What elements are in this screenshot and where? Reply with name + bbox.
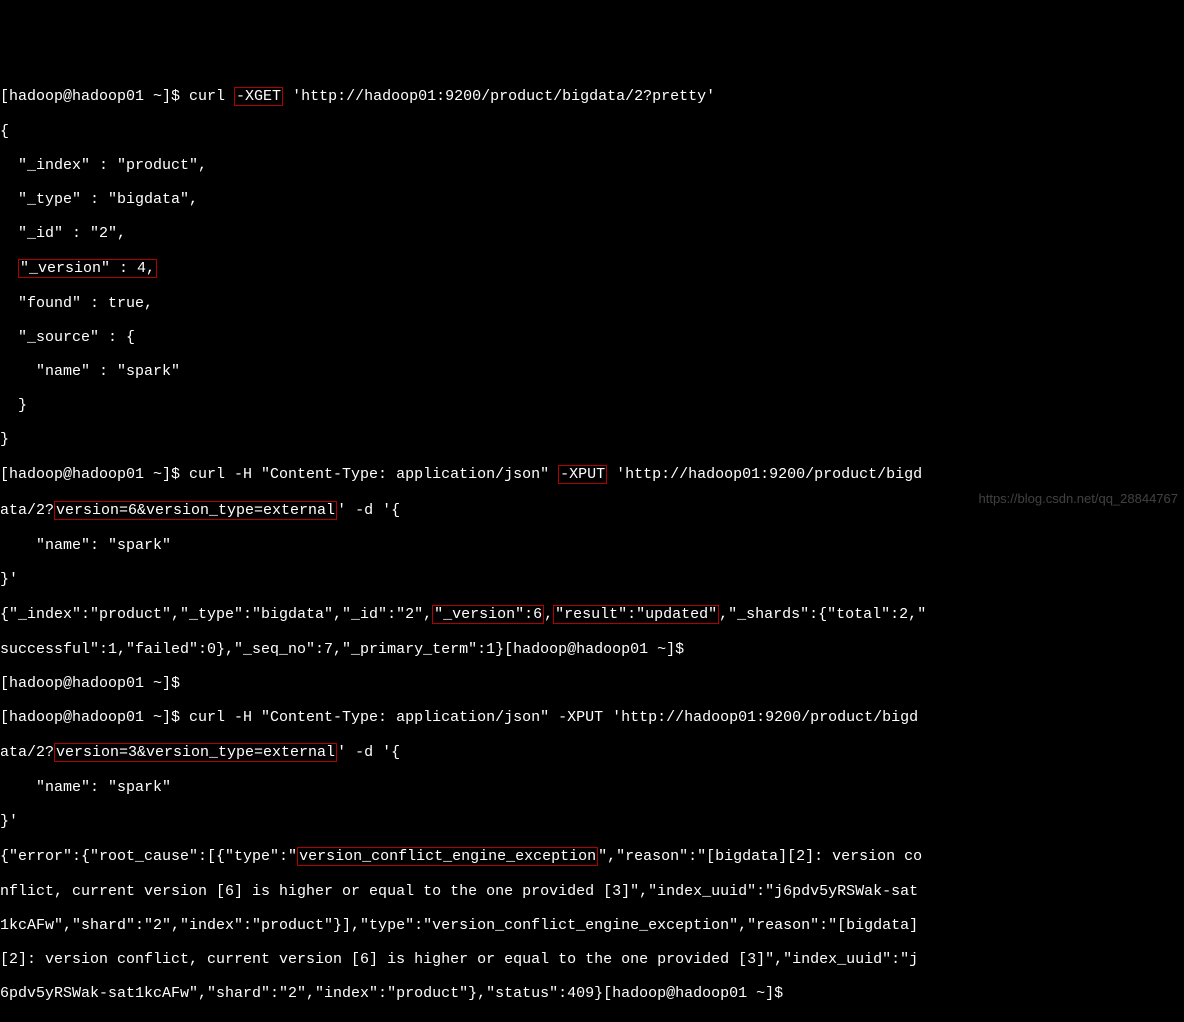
resp-line: {"_index":"product","_type":"bigdata","_…	[0, 605, 1184, 624]
comma: ,	[544, 606, 553, 623]
cmd-line-3: [hadoop@hadoop01 ~]$ curl -H "Content-Ty…	[0, 709, 1184, 726]
prompt-line: [hadoop@hadoop01 ~]$	[0, 675, 1184, 692]
body-line: "name": "spark"	[0, 779, 1184, 796]
json-line: "_source" : {	[0, 329, 1184, 346]
version-3-param-box: version=3&version_type=external	[54, 743, 337, 762]
json-frag: ,"_shards":{"total":2,"	[719, 606, 926, 623]
json-line: "_index" : "product",	[0, 157, 1184, 174]
error-line: 6pdv5yRSWak-sat1kcAFw","shard":"2","inde…	[0, 985, 1184, 1002]
url-text: 'http://hadoop01:9200/product/bigd	[607, 466, 922, 483]
cmd-wrap-3: ata/2?version=3&version_type=external' -…	[0, 743, 1184, 762]
indent	[0, 260, 18, 277]
json-line: "_id" : "2",	[0, 225, 1184, 242]
error-line: nflict, current version [6] is higher or…	[0, 883, 1184, 900]
terminal[interactable]: [hadoop@hadoop01 ~]$ curl -XGET 'http://…	[0, 68, 1184, 1019]
url-text: 'http://hadoop01:9200/product/bigdata/2?…	[283, 88, 715, 105]
version-conflict-box: version_conflict_engine_exception	[297, 847, 598, 866]
prompt-text: [hadoop@hadoop01 ~]$ curl	[0, 88, 234, 105]
result-updated-box: "result":"updated"	[553, 605, 719, 624]
json-line: "found" : true,	[0, 295, 1184, 312]
json-line: "_version" : 4,	[0, 259, 1184, 278]
body-open: ' -d '{	[337, 744, 400, 761]
version-4-box: "_version" : 4,	[18, 259, 157, 278]
err-frag: {"error":{"root_cause":[{"type":"	[0, 848, 297, 865]
body-line: }'	[0, 571, 1184, 588]
json-line: }	[0, 431, 1184, 448]
cmd-line-1: [hadoop@hadoop01 ~]$ curl -XGET 'http://…	[0, 87, 1184, 106]
prompt-text: [hadoop@hadoop01 ~]$ curl -H "Content-Ty…	[0, 466, 558, 483]
resp-line: successful":1,"failed":0},"_seq_no":7,"_…	[0, 641, 1184, 658]
json-line: "name" : "spark"	[0, 363, 1184, 380]
json-line: "_type" : "bigdata",	[0, 191, 1184, 208]
flag-xget-box: -XGET	[234, 87, 283, 106]
error-line: 1kcAFw","shard":"2","index":"product"}],…	[0, 917, 1184, 934]
error-line: {"error":{"root_cause":[{"type":"version…	[0, 847, 1184, 866]
version-6-box: "_version":6	[432, 605, 544, 624]
flag-xput-box: -XPUT	[558, 465, 607, 484]
error-line: [2]: version conflict, current version […	[0, 951, 1184, 968]
json-frag: {"_index":"product","_type":"bigdata","_…	[0, 606, 432, 623]
json-line: }	[0, 397, 1184, 414]
url-frag: ata/2?	[0, 744, 54, 761]
body-line: }'	[0, 813, 1184, 830]
cmd-line-2: [hadoop@hadoop01 ~]$ curl -H "Content-Ty…	[0, 465, 1184, 484]
body-line: "name": "spark"	[0, 537, 1184, 554]
json-line: {	[0, 123, 1184, 140]
watermark: https://blog.csdn.net/qq_28844767	[979, 490, 1179, 507]
err-frag: ","reason":"[bigdata][2]: version co	[598, 848, 922, 865]
